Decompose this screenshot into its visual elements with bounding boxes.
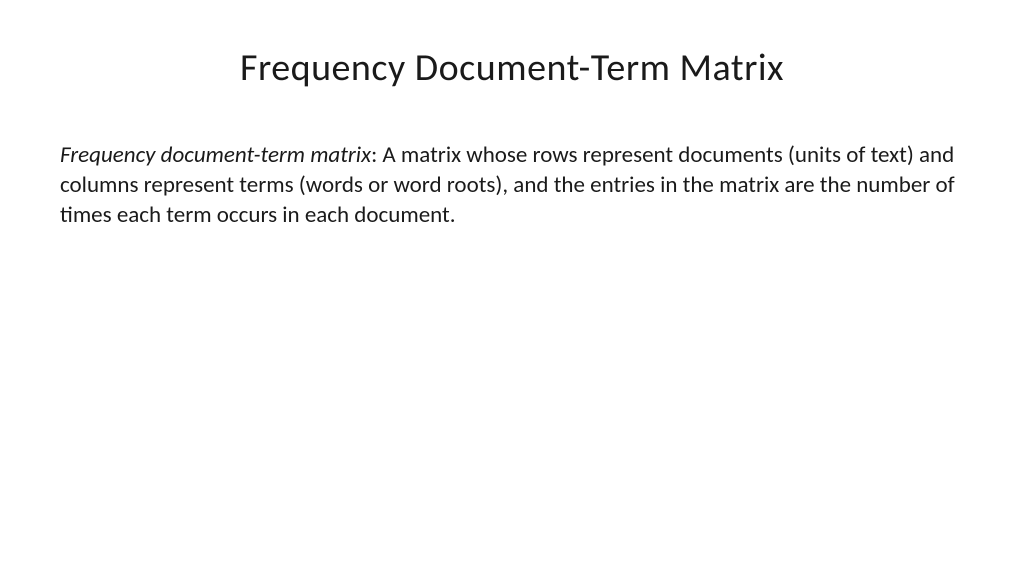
definition-paragraph: Frequency document-term matrix: A matrix… <box>60 141 964 231</box>
slide-title: Frequency Document-Term Matrix <box>60 45 964 91</box>
definition-term: Frequency document-term matrix <box>60 141 371 169</box>
